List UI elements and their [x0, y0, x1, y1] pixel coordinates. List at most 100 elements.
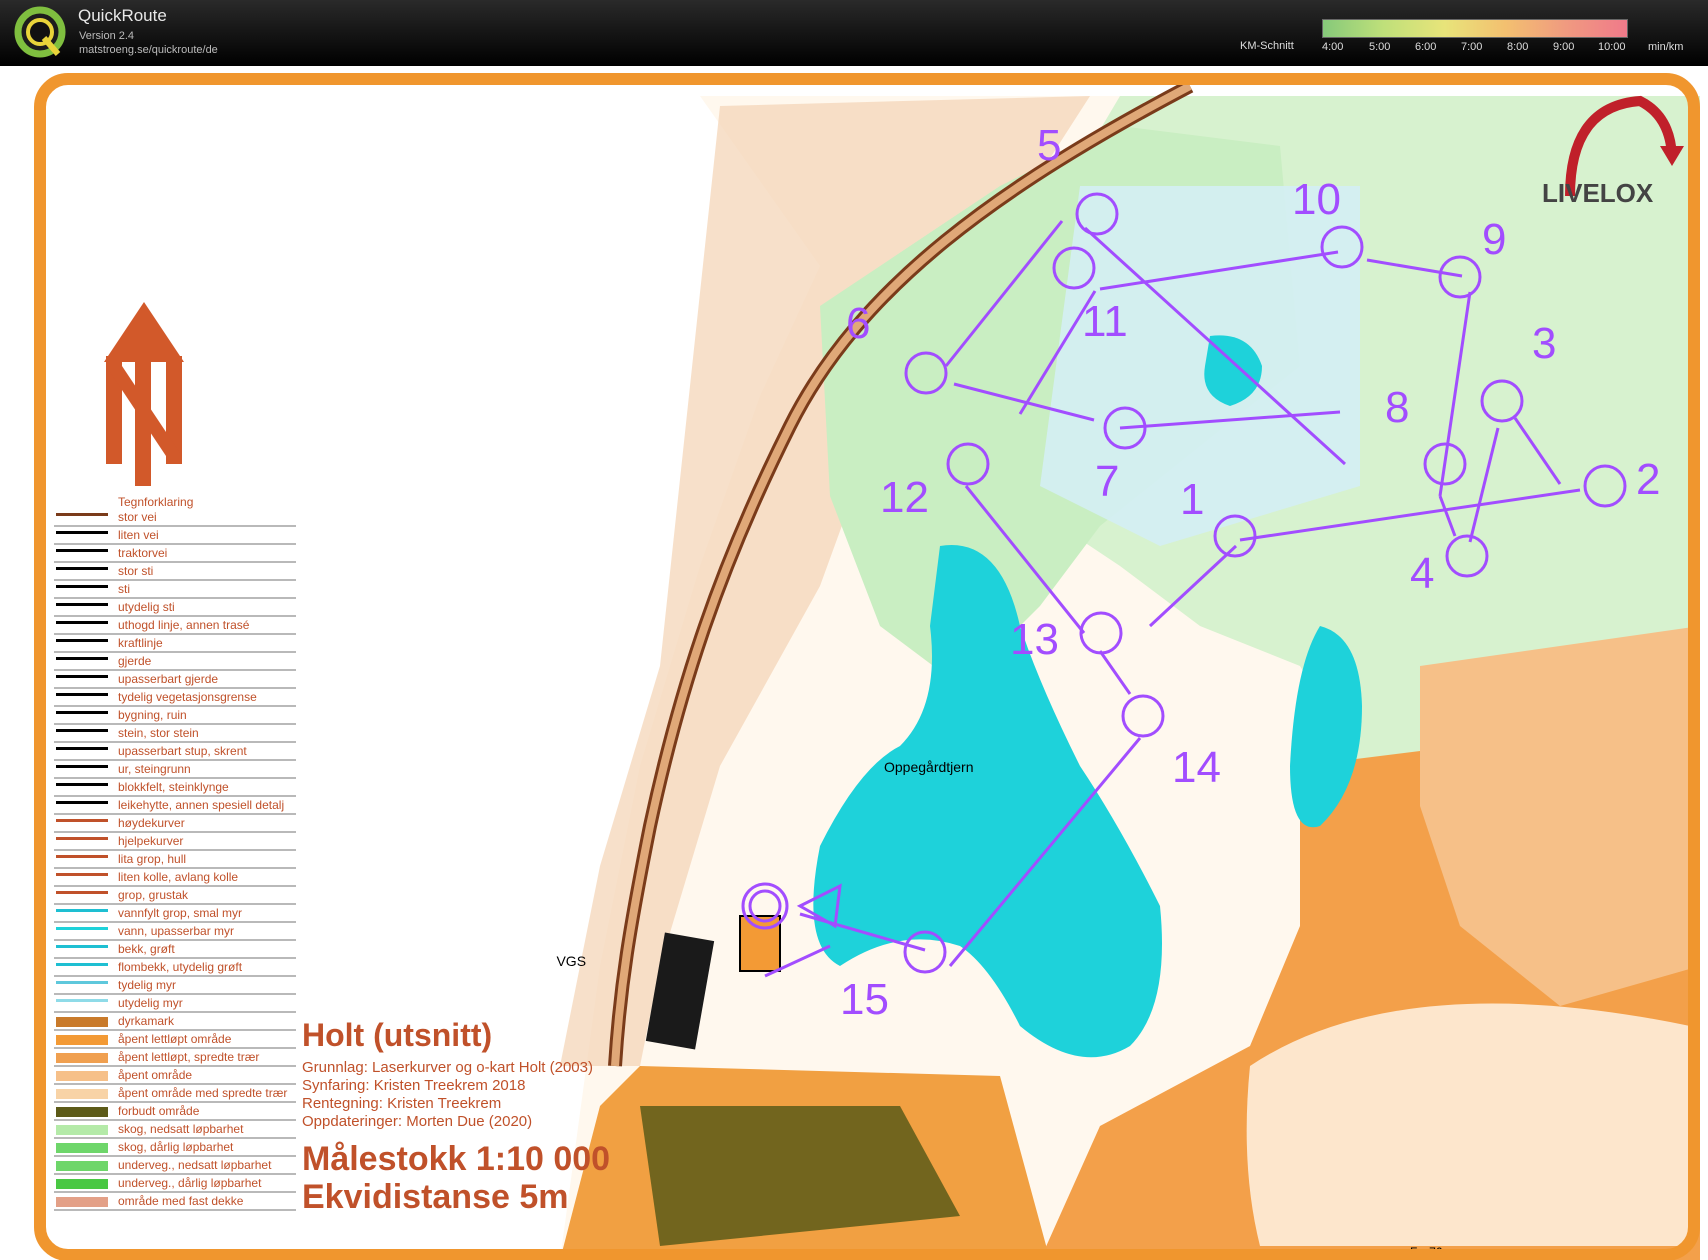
app-title: QuickRoute — [78, 6, 167, 25]
quickroute-logo-icon — [14, 6, 66, 58]
map-legend: Tegnforklaring — [118, 495, 193, 509]
legend-item: skog, nedsatt løpbarhet — [118, 1122, 244, 1136]
legend-item: hjelpekurver — [118, 834, 183, 848]
control-4-label: 4 — [1410, 549, 1434, 598]
legend-swatch — [56, 855, 108, 858]
control-8-label: 8 — [1385, 383, 1409, 432]
legend-item: stor vei — [118, 510, 157, 524]
legend-swatch — [56, 1017, 108, 1027]
control-2-label: 2 — [1636, 455, 1660, 504]
legend-item: åpent lettløpt, spredte trær — [118, 1050, 259, 1064]
legend-swatch — [56, 945, 108, 948]
legend-item: utydelig myr — [118, 996, 183, 1010]
legend-item: område med fast dekke — [118, 1194, 244, 1208]
legend-swatch — [56, 513, 108, 516]
legend-swatch — [56, 1197, 108, 1207]
control-11-label: 11 — [1082, 297, 1128, 346]
legend-swatch — [56, 1053, 108, 1063]
control-7-label: 7 — [1095, 457, 1119, 506]
control-6-label: 6 — [846, 299, 870, 348]
legend-swatch — [56, 531, 108, 534]
legend-swatch — [56, 1161, 108, 1171]
legend-swatch — [56, 765, 108, 768]
livelox-label: LIVELOX — [1542, 178, 1654, 208]
legend-swatch — [56, 1035, 108, 1045]
legend-swatch — [56, 1125, 108, 1135]
legend-swatch — [56, 603, 108, 606]
credit-line: Synfaring: Kristen Treekrem 2018 — [302, 1077, 525, 1094]
speed-tick: 7:00 — [1461, 41, 1483, 53]
legend-swatch — [56, 909, 108, 912]
legend-item: stein, stor stein — [118, 726, 199, 740]
legend-item: upasserbart stup, skrent — [118, 744, 247, 758]
control-1-label: 1 — [1180, 475, 1204, 524]
lake-label: Oppegårdtjern — [884, 759, 974, 775]
speed-tick: 10:00 — [1598, 41, 1626, 53]
legend-swatch — [56, 729, 108, 732]
map-contour: Ekvidistanse 5m — [302, 1178, 568, 1216]
app-header: QuickRoute Version 2.4 matstroeng.se/qui… — [0, 0, 1708, 66]
legend-swatch — [56, 873, 108, 876]
control-14-label: 14 — [1172, 743, 1221, 792]
legend-swatch — [56, 1179, 108, 1189]
legend-swatch — [56, 927, 108, 930]
app-version: Version 2.4 — [79, 30, 135, 42]
speed-tick: 5:00 — [1369, 41, 1391, 53]
terrain — [560, 79, 1700, 1260]
legend-item: liten kolle, avlang kolle — [118, 870, 238, 884]
control-5-label: 5 — [1037, 121, 1061, 170]
legend-item: bekk, grøft — [118, 942, 175, 956]
legend-swatch — [56, 981, 108, 984]
speed-label: KM-Schnitt — [1240, 40, 1294, 52]
legend-item: upasserbart gjerde — [118, 672, 218, 686]
legend-swatch — [56, 801, 108, 804]
legend-swatch — [56, 783, 108, 786]
legend-item: grop, grustak — [118, 888, 189, 902]
credit-line: Rentegning: Kristen Treekrem — [302, 1095, 501, 1112]
legend-swatch — [56, 621, 108, 624]
legend-swatch — [56, 567, 108, 570]
legend-item: flombekk, utydelig grøft — [118, 960, 243, 974]
legend-item: åpent område med spredte trær — [118, 1086, 287, 1100]
map-scale: Målestokk 1:10 000 — [302, 1140, 610, 1178]
legend-item: underveg., nedsatt løpbarhet — [118, 1158, 272, 1172]
speed-tick: 6:00 — [1415, 41, 1437, 53]
legend-item: underveg., dårlig løpbarhet — [118, 1176, 262, 1190]
legend-item: vannfylt grop, smal myr — [118, 906, 242, 920]
legend-swatch — [56, 1089, 108, 1099]
legend-swatch — [56, 549, 108, 552]
legend-title: Tegnforklaring — [118, 495, 193, 509]
legend-item: tydelig myr — [118, 978, 176, 992]
legend-item: uthogd linje, annen trasé — [118, 618, 250, 632]
legend-swatch — [56, 657, 108, 660]
orienteering-map[interactable]: 1 2 3 4 5 6 7 8 9 10 11 12 13 14 15 Oppe… — [0, 66, 1708, 1260]
legend-item: liten vei — [118, 528, 159, 542]
map-canvas[interactable]: 1 2 3 4 5 6 7 8 9 10 11 12 13 14 15 Oppe… — [0, 66, 1708, 1260]
legend-item: sti — [118, 582, 130, 596]
legend-item: kraftlinje — [118, 636, 163, 650]
legend-item: åpent område — [118, 1068, 192, 1082]
speed-unit: min/km — [1648, 41, 1684, 53]
control-13-label: 13 — [1010, 615, 1059, 664]
legend-item: forbudt område — [118, 1104, 200, 1118]
legend-item: åpent lettløpt område — [118, 1032, 232, 1046]
legend-swatch — [56, 819, 108, 822]
legend-swatch — [56, 693, 108, 696]
legend-item: gjerde — [118, 654, 152, 668]
legend-item: høydekurver — [118, 816, 185, 830]
legend-swatch — [56, 675, 108, 678]
map-title: Holt (utsnitt) — [302, 1017, 492, 1053]
legend-item: stor sti — [118, 564, 153, 578]
legend-item: utydelig sti — [118, 600, 175, 614]
app-url: matstroeng.se/quickroute/de — [79, 44, 218, 56]
legend-swatch — [56, 891, 108, 894]
legend-item: vann, upasserbar myr — [118, 924, 234, 938]
legend-swatch — [56, 639, 108, 642]
legend-swatch — [56, 1071, 108, 1081]
control-15-label: 15 — [840, 975, 889, 1024]
legend-item: traktorvei — [118, 546, 167, 560]
legend-swatch — [56, 837, 108, 840]
legend-item: skog, dårlig løpbarhet — [118, 1140, 234, 1154]
legend-swatch — [56, 963, 108, 966]
control-10-label: 10 — [1292, 175, 1341, 224]
